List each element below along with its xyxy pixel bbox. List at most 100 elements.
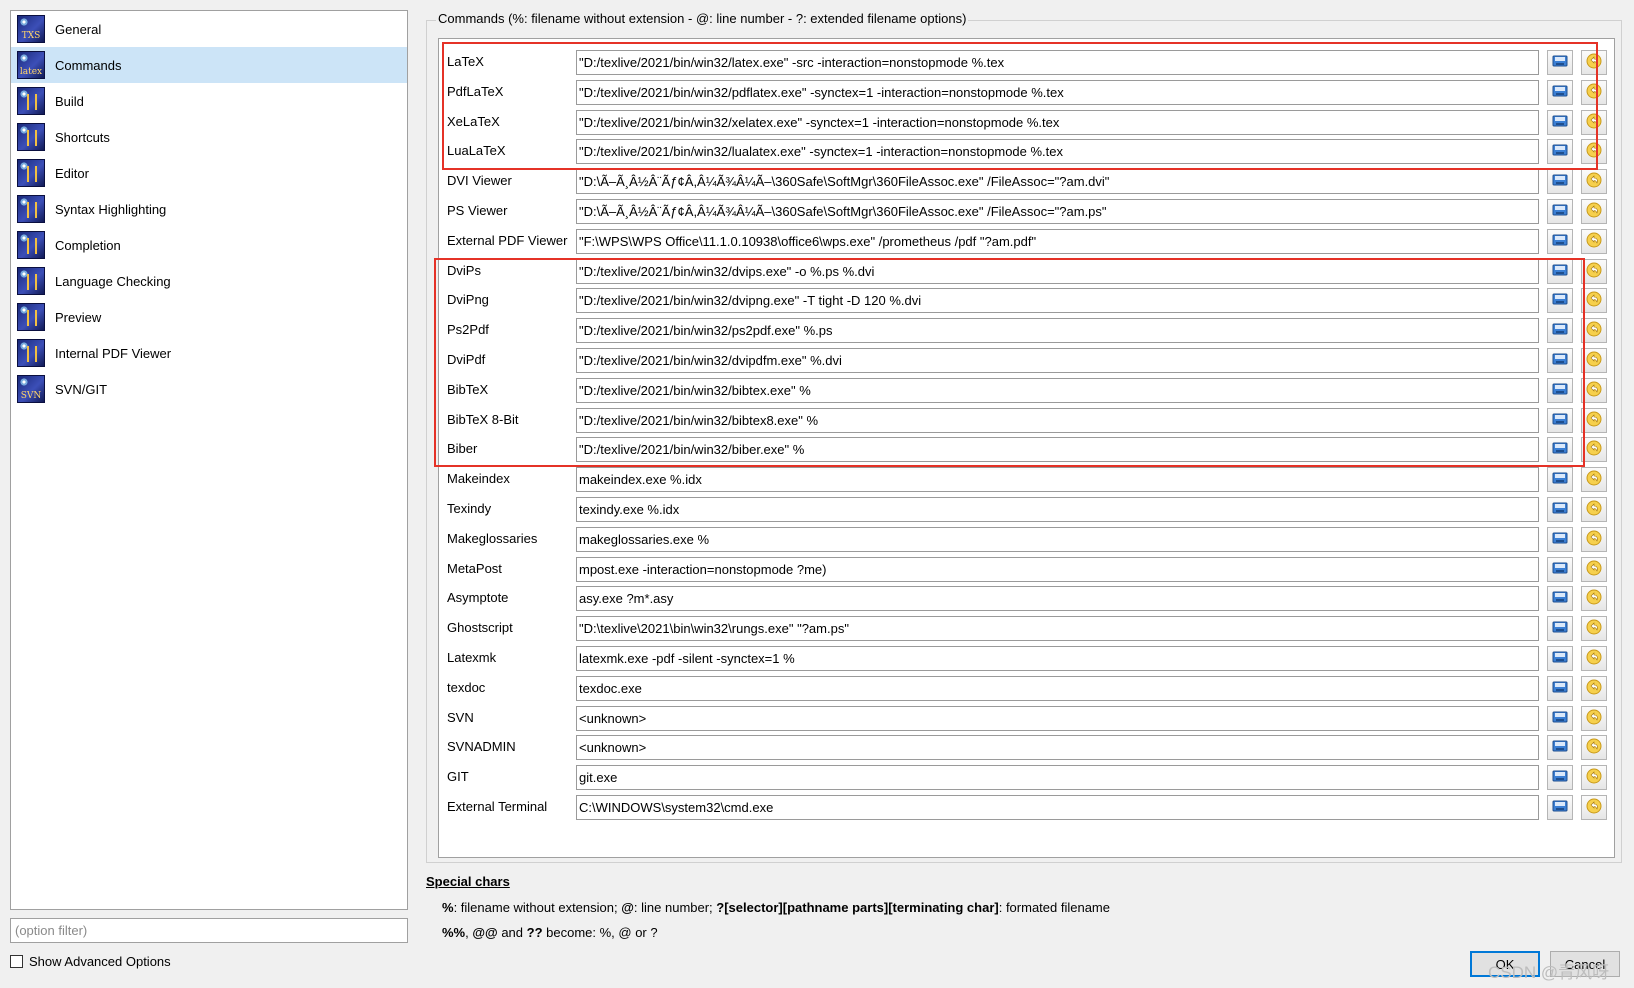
command-input-bibtex[interactable]: "D:/texlive/2021/bin/win32/bibtex.exe" %: [576, 377, 1539, 403]
restore-default-button[interactable]: [1581, 765, 1607, 791]
restore-default-button[interactable]: [1581, 526, 1607, 552]
restore-default-button[interactable]: [1581, 705, 1607, 731]
command-label: DVI Viewer: [447, 173, 512, 189]
browse-program-button[interactable]: [1547, 437, 1573, 463]
browse-program-button[interactable]: [1547, 646, 1573, 671]
command-input-asymptote[interactable]: asy.exe ?m*.asy: [576, 586, 1539, 612]
command-input-git[interactable]: git.exe: [576, 765, 1539, 791]
checkbox-box[interactable]: [10, 955, 23, 968]
restore-default-button[interactable]: [1581, 79, 1607, 105]
command-row-texindy: Texindy texindy.exe %.idx: [439, 494, 1614, 524]
browse-program-button[interactable]: [1547, 407, 1573, 433]
restore-default-button[interactable]: [1581, 139, 1607, 165]
restore-default-button[interactable]: [1581, 735, 1607, 761]
sidebar-item-commands[interactable]: latex Commands: [11, 47, 407, 83]
browse-program-button[interactable]: [1547, 169, 1573, 195]
command-label: PdfLaTeX: [447, 83, 504, 99]
command-input-svnadmin[interactable]: <unknown>: [576, 735, 1539, 761]
command-label: GIT: [447, 769, 469, 785]
sidebar-item-preview[interactable]: Preview: [11, 299, 407, 335]
command-input-texindy[interactable]: texindy.exe %.idx: [576, 497, 1539, 522]
browse-program-button[interactable]: [1547, 199, 1573, 224]
restore-default-button[interactable]: [1581, 50, 1607, 75]
browse-program-button[interactable]: [1547, 139, 1573, 165]
browse-program-button[interactable]: [1547, 228, 1573, 254]
restore-default-button[interactable]: [1581, 646, 1607, 671]
command-input-ghostscript[interactable]: "D:\texlive\2021\bin\win32\rungs.exe" "?…: [576, 616, 1539, 642]
sidebar-item-editor[interactable]: Editor: [11, 155, 407, 191]
browse-program-button[interactable]: [1547, 258, 1573, 284]
sidebar-item-shortcuts[interactable]: Shortcuts: [11, 119, 407, 155]
browse-program-button[interactable]: [1547, 616, 1573, 642]
restore-default-button[interactable]: [1581, 258, 1607, 284]
command-input-latex[interactable]: "D:/texlive/2021/bin/win32/latex.exe" -s…: [576, 50, 1539, 75]
command-input-makeglossaries[interactable]: makeglossaries.exe %: [576, 526, 1539, 552]
restore-default-button[interactable]: [1581, 675, 1607, 701]
command-input-external-pdf-viewer[interactable]: "F:\WPS\WPS Office\11.1.0.10938\office6\…: [576, 228, 1539, 254]
command-input-metapost[interactable]: mpost.exe -interaction=nonstopmode ?me): [576, 556, 1539, 582]
command-input-bibtex-8-bit[interactable]: "D:/texlive/2021/bin/win32/bibtex8.exe" …: [576, 407, 1539, 433]
settings-category-list[interactable]: TXS General latex Commands Build Shortcuts Edi…: [10, 10, 408, 910]
restore-default-button[interactable]: [1581, 169, 1607, 195]
command-input-ps-viewer[interactable]: "D:\Ã–Ã¸Â½Â¨Ãƒ¢Â,Â¼Ã¾Â¼Ã–\360Safe\SoftMg…: [576, 199, 1539, 224]
browse-program-button[interactable]: [1547, 318, 1573, 344]
restore-default-button[interactable]: [1581, 616, 1607, 642]
browse-program-button[interactable]: [1547, 467, 1573, 493]
undo-icon: [1586, 679, 1602, 698]
sidebar-item-syntax-highlighting[interactable]: Syntax Highlighting: [11, 191, 407, 227]
browse-program-button[interactable]: [1547, 377, 1573, 403]
sidebar-item-language-checking[interactable]: Language Checking: [11, 263, 407, 299]
browse-program-button[interactable]: [1547, 735, 1573, 761]
command-input-xelatex[interactable]: "D:/texlive/2021/bin/win32/xelatex.exe" …: [576, 109, 1539, 135]
restore-default-button[interactable]: [1581, 467, 1607, 493]
command-input-dvi-viewer[interactable]: "D:\Ã–Ã¸Â½Â¨Ãƒ¢Â,Â¼Ã¾Â¼Ã–\360Safe\SoftMg…: [576, 169, 1539, 195]
restore-default-button[interactable]: [1581, 497, 1607, 522]
restore-default-button[interactable]: [1581, 199, 1607, 224]
browse-program-button[interactable]: [1547, 497, 1573, 522]
restore-default-button[interactable]: [1581, 377, 1607, 403]
restore-default-button[interactable]: [1581, 437, 1607, 463]
command-input-svn[interactable]: <unknown>: [576, 705, 1539, 731]
browse-program-button[interactable]: [1547, 675, 1573, 701]
command-input-dvipng[interactable]: "D:/texlive/2021/bin/win32/dvipng.exe" -…: [576, 288, 1539, 314]
command-input-external-terminal[interactable]: C:\WINDOWS\system32\cmd.exe: [576, 795, 1539, 820]
command-input-texdoc[interactable]: texdoc.exe: [576, 675, 1539, 701]
command-input-dvips[interactable]: "D:/texlive/2021/bin/win32/dvips.exe" -o…: [576, 258, 1539, 284]
browse-program-button[interactable]: [1547, 526, 1573, 552]
command-input-makeindex[interactable]: makeindex.exe %.idx: [576, 467, 1539, 493]
sidebar-item-svn-git[interactable]: SVN SVN/GIT: [11, 371, 407, 407]
browse-program-button[interactable]: [1547, 109, 1573, 135]
browse-program-button[interactable]: [1547, 765, 1573, 791]
restore-default-button[interactable]: [1581, 407, 1607, 433]
browse-program-button[interactable]: [1547, 556, 1573, 582]
browse-program-button[interactable]: [1547, 348, 1573, 373]
restore-default-button[interactable]: [1581, 288, 1607, 314]
command-input-ps2pdf[interactable]: "D:/texlive/2021/bin/win32/ps2pdf.exe" %…: [576, 318, 1539, 344]
browse-program-button[interactable]: [1547, 705, 1573, 731]
restore-default-button[interactable]: [1581, 348, 1607, 373]
browse-program-button[interactable]: [1547, 586, 1573, 612]
sidebar-item-completion[interactable]: Completion: [11, 227, 407, 263]
restore-default-button[interactable]: [1581, 795, 1607, 820]
restore-default-button[interactable]: [1581, 109, 1607, 135]
sidebar-item-build[interactable]: Build: [11, 83, 407, 119]
command-label: BibTeX 8-Bit: [447, 411, 519, 427]
restore-default-button[interactable]: [1581, 228, 1607, 254]
browse-program-button[interactable]: [1547, 50, 1573, 75]
browse-program-button[interactable]: [1547, 288, 1573, 314]
browse-program-button[interactable]: [1547, 795, 1573, 820]
command-row-lualatex: LuaLaTeX "D:/texlive/2021/bin/win32/luala…: [439, 136, 1614, 166]
command-input-dvipdf[interactable]: "D:/texlive/2021/bin/win32/dvipdfm.exe" …: [576, 348, 1539, 373]
sidebar-item-general[interactable]: TXS General: [11, 11, 407, 47]
command-input-latexmk[interactable]: latexmk.exe -pdf -silent -synctex=1 %: [576, 646, 1539, 671]
command-input-lualatex[interactable]: "D:/texlive/2021/bin/win32/lualatex.exe"…: [576, 139, 1539, 165]
option-filter-input[interactable]: [10, 918, 408, 943]
command-input-pdflatex[interactable]: "D:/texlive/2021/bin/win32/pdflatex.exe"…: [576, 79, 1539, 105]
show-advanced-options-checkbox[interactable]: Show Advanced Options: [10, 954, 171, 969]
restore-default-button[interactable]: [1581, 586, 1607, 612]
command-input-biber[interactable]: "D:/texlive/2021/bin/win32/biber.exe" %: [576, 437, 1539, 463]
restore-default-button[interactable]: [1581, 556, 1607, 582]
restore-default-button[interactable]: [1581, 318, 1607, 344]
browse-program-button[interactable]: [1547, 79, 1573, 105]
sidebar-item-internal-pdf-viewer[interactable]: Internal PDF Viewer: [11, 335, 407, 371]
